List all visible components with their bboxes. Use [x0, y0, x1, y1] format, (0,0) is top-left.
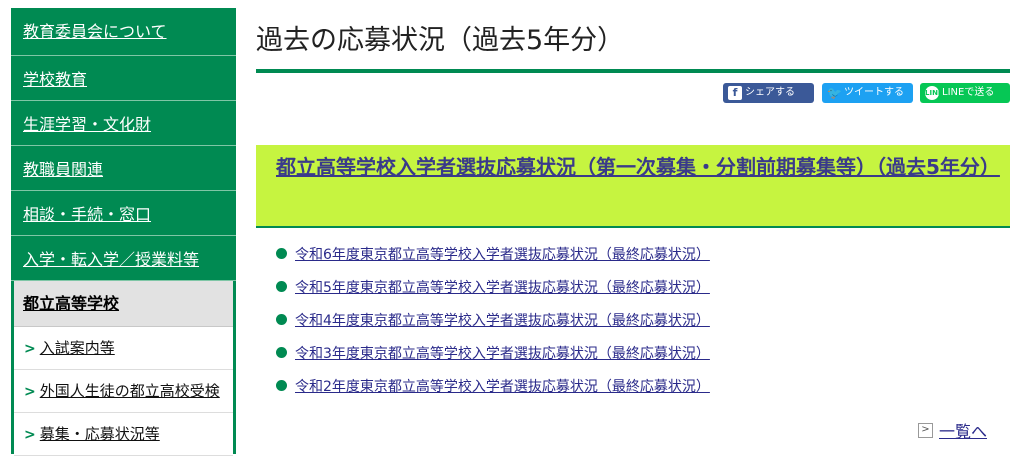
- year-link-r4[interactable]: 令和4年度東京都立高等学校入学者選抜応募状況（最終応募状況）: [295, 313, 710, 329]
- list-item: 令和6年度東京都立高等学校入学者選抜応募状況（最終応募状況）: [276, 240, 710, 273]
- list-item: 令和4年度東京都立高等学校入学者選抜応募状況（最終応募状況）: [276, 306, 710, 339]
- facebook-icon: f: [728, 86, 742, 100]
- page-title: 過去の応募状況（過去5年分）: [256, 25, 625, 56]
- sidebar-subitem-recruitment-status[interactable]: > 募集・応募状況等: [14, 413, 233, 456]
- sidebar-item-consultation[interactable]: 相談・手続・窓口: [11, 191, 236, 236]
- facebook-share-button[interactable]: f シェアする: [723, 83, 814, 103]
- list-item: 令和3年度東京都立高等学校入学者選抜応募状況（最終応募状況）: [276, 339, 710, 372]
- year-link-r2[interactable]: 令和2年度東京都立高等学校入学者選抜応募状況（最終応募状況）: [295, 379, 710, 395]
- section-heading-link[interactable]: 都立高等学校入学者選抜応募状況（第一次募集・分割前期募集等）（過去5年分）: [276, 155, 1000, 179]
- bullet-icon: [276, 347, 287, 358]
- sidebar-subitem-exam-guide[interactable]: > 入試案内等: [14, 327, 233, 370]
- bullet-icon: [276, 248, 287, 259]
- arrow-box-icon: >: [918, 422, 933, 438]
- sidebar-current-section[interactable]: 都立高等学校: [14, 281, 233, 327]
- sidebar-item-about-board[interactable]: 教育委員会について: [11, 8, 236, 56]
- sidebar: 教育委員会について 学校教育 生涯学習・文化財 教職員関連 相談・手続・窓口 入…: [11, 8, 236, 456]
- title-divider: [256, 69, 1010, 73]
- list-item: 令和5年度東京都立高等学校入学者選抜応募状況（最終応募状況）: [276, 273, 710, 306]
- line-icon: LINE: [925, 86, 943, 100]
- back-to-list-link[interactable]: 一覧へ: [939, 422, 987, 441]
- year-link-list: 令和6年度東京都立高等学校入学者選抜応募状況（最終応募状況） 令和5年度東京都立…: [276, 240, 710, 405]
- bullet-icon: [276, 314, 287, 325]
- year-link-r6[interactable]: 令和6年度東京都立高等学校入学者選抜応募状況（最終応募状況）: [295, 247, 710, 263]
- year-link-r3[interactable]: 令和3年度東京都立高等学校入学者選抜応募状況（最終応募状況）: [295, 346, 710, 362]
- twitter-share-button[interactable]: 🐦 ツイートする: [822, 83, 913, 103]
- sidebar-item-school-education[interactable]: 学校教育: [11, 56, 236, 101]
- sidebar-item-admission[interactable]: 入学・転入学／授業料等: [11, 236, 236, 281]
- year-link-r5[interactable]: 令和5年度東京都立高等学校入学者選抜応募状況（最終応募状況）: [295, 280, 710, 296]
- bullet-icon: [276, 281, 287, 292]
- line-share-button[interactable]: LINE LINEで送る: [920, 83, 1010, 103]
- chevron-right-icon: >: [24, 384, 36, 400]
- section-heading: 都立高等学校入学者選抜応募状況（第一次募集・分割前期募集等）（過去5年分）: [256, 145, 1010, 228]
- list-item: 令和2年度東京都立高等学校入学者選抜応募状況（最終応募状況）: [276, 372, 710, 405]
- chevron-right-icon: >: [24, 427, 36, 443]
- twitter-bird-icon: 🐦: [827, 86, 842, 100]
- sidebar-subitem-foreign-students[interactable]: > 外国人生徒の都立高校受検: [14, 370, 233, 413]
- sidebar-item-staff[interactable]: 教職員関連: [11, 146, 236, 191]
- bullet-icon: [276, 380, 287, 391]
- chevron-right-icon: >: [24, 341, 36, 357]
- sidebar-item-lifelong-learning[interactable]: 生涯学習・文化財: [11, 101, 236, 146]
- back-to-list: > 一覧へ: [918, 418, 987, 442]
